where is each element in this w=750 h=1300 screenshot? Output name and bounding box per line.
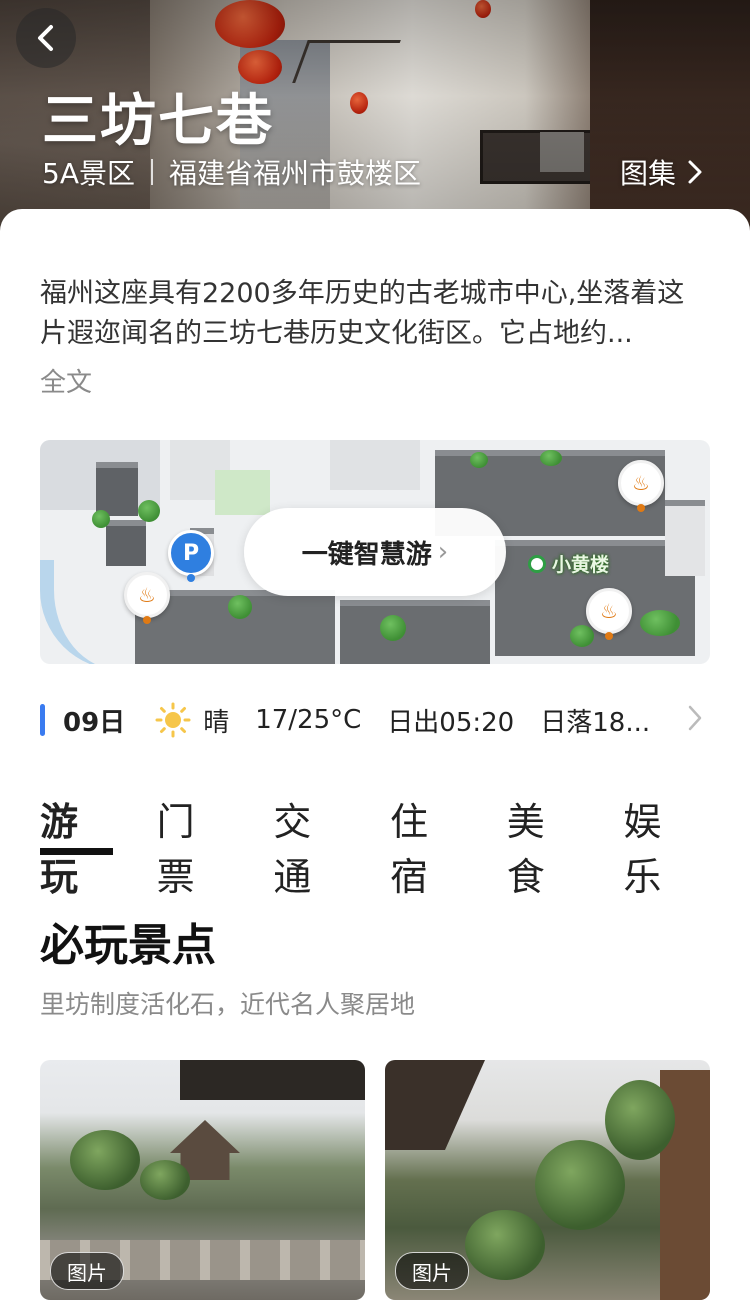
map-block: [330, 440, 420, 490]
photo-eave: [385, 1060, 485, 1150]
page-title: 三坊七巷: [42, 89, 274, 154]
attraction-card[interactable]: 图片: [385, 1060, 710, 1300]
attraction-card[interactable]: 图片: [40, 1060, 365, 1300]
weather-sunset: 日落18...: [540, 707, 651, 738]
weather-day: 09日: [63, 707, 126, 738]
restaurant-pin[interactable]: ♨: [124, 572, 170, 624]
map-building: [106, 520, 146, 566]
scenic-location: 福建省福州市鼓楼区: [168, 157, 421, 190]
food-bowl-icon: ♨: [600, 599, 618, 623]
tab-food[interactable]: 美食: [507, 791, 580, 899]
section-title: 必玩景点: [40, 920, 216, 971]
gallery-label: 图集: [619, 157, 676, 190]
map-tree: [380, 615, 406, 641]
gallery-link[interactable]: 图集: [620, 152, 704, 192]
scenic-level-badge: 5A景区: [42, 157, 135, 190]
map-tree: [570, 625, 594, 647]
food-bowl-icon: ♨: [138, 583, 156, 607]
intro-text: 福州这座具有2200多年历史的古老城市中心,坐落着这片遐迩闻名的三坊七巷历史文化…: [40, 278, 685, 349]
tab-lodging[interactable]: 住宿: [390, 791, 463, 899]
food-bowl-icon: ♨: [632, 471, 650, 495]
map-building: [96, 462, 138, 516]
weather-sunrise: 日出05:20: [387, 707, 515, 738]
map-tree: [470, 452, 488, 468]
photo-tree: [140, 1160, 190, 1200]
map-tree: [138, 500, 160, 522]
parking-icon: P: [182, 540, 200, 566]
read-full-link[interactable]: 全文: [40, 362, 92, 399]
parking-pin[interactable]: P: [168, 530, 214, 582]
chevron-right-icon: [688, 160, 702, 184]
chevron-right-icon: [688, 705, 702, 731]
category-tabs: 游玩 门票 交通 住宿 美食 娱乐: [40, 791, 740, 899]
restaurant-pin[interactable]: ♨: [586, 588, 632, 640]
poi-label: 小黄楼: [552, 554, 610, 576]
tab-play[interactable]: 游玩: [40, 791, 113, 899]
map-green-area: [215, 470, 270, 515]
weather-bar[interactable]: 09日 晴 17/25°C 日出05:20 日落18...: [40, 699, 710, 741]
map-building: [340, 600, 490, 664]
poi-dot-icon: [528, 554, 546, 573]
weather-condition: 晴: [203, 707, 230, 738]
map-poi-xiaohuanglou[interactable]: 小黄楼: [528, 550, 609, 577]
divider: [150, 159, 153, 185]
photo-tag: 图片: [395, 1252, 469, 1290]
scenic-meta: 5A景区 福建省福州市鼓楼区: [42, 152, 421, 192]
restaurant-pin[interactable]: ♨: [618, 460, 664, 512]
content-sheet: 福州这座具有2200多年历史的古老城市中心,坐落着这片遐迩闻名的三坊七巷历史文化…: [0, 209, 750, 1300]
tab-transport[interactable]: 交通: [273, 791, 346, 899]
section-subtitle: 里坊制度活化石，近代名人聚居地: [40, 990, 416, 1019]
photo-tag: 图片: [50, 1252, 124, 1290]
photo-tree: [465, 1210, 545, 1280]
map-river: [40, 560, 144, 664]
back-button[interactable]: [16, 8, 76, 68]
photo-tree: [605, 1080, 675, 1160]
map-tree: [540, 450, 562, 466]
photo-tree: [535, 1140, 625, 1230]
sun-icon: [155, 702, 191, 738]
accent-bar: [40, 704, 45, 736]
scenic-map[interactable]: P ♨ ♨ ♨ 小黄楼 一键智慧游 ›: [40, 440, 710, 664]
smart-tour-button[interactable]: 一键智慧游 ›: [244, 508, 506, 596]
map-tree: [92, 510, 110, 528]
tab-tickets[interactable]: 门票: [157, 791, 230, 899]
photo-roof: [180, 1060, 365, 1100]
map-tree: [228, 595, 252, 619]
map-building: [665, 500, 705, 576]
weather-temperature: 17/25°C: [255, 705, 362, 735]
chevron-right-icon: ›: [437, 537, 449, 567]
photo-tree: [70, 1130, 140, 1190]
tab-entertainment[interactable]: 娱乐: [623, 791, 696, 899]
chevron-left-icon: [38, 25, 53, 51]
map-tree: [640, 610, 680, 636]
smart-tour-label: 一键智慧游: [301, 539, 432, 570]
